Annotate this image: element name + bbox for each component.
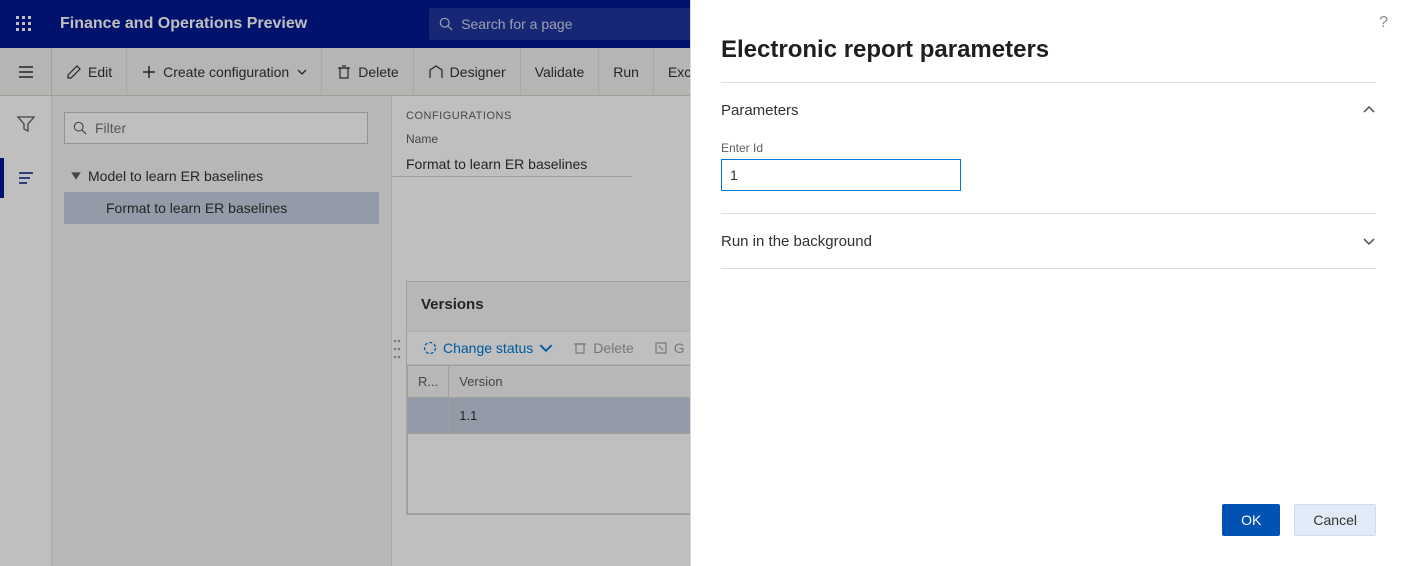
dialog-footer: OK Cancel: [691, 504, 1406, 566]
chevron-down-icon: [1362, 234, 1376, 248]
enter-id-input[interactable]: [721, 159, 961, 191]
ok-button[interactable]: OK: [1222, 504, 1280, 536]
parameters-section-header[interactable]: Parameters: [721, 83, 1376, 137]
run-background-section-title: Run in the background: [721, 233, 872, 250]
parameters-section-title: Parameters: [721, 102, 799, 119]
chevron-up-icon: [1362, 103, 1376, 117]
parameters-section: Parameters Enter Id: [721, 82, 1376, 214]
report-parameters-dialog: ? Electronic report parameters Parameter…: [690, 0, 1406, 566]
run-background-section-header[interactable]: Run in the background: [721, 214, 1376, 268]
cancel-button[interactable]: Cancel: [1294, 504, 1376, 536]
enter-id-label: Enter Id: [721, 141, 1376, 155]
run-background-section: Run in the background: [721, 214, 1376, 269]
help-button[interactable]: ?: [1379, 14, 1388, 32]
dialog-title: Electronic report parameters: [691, 0, 1406, 82]
